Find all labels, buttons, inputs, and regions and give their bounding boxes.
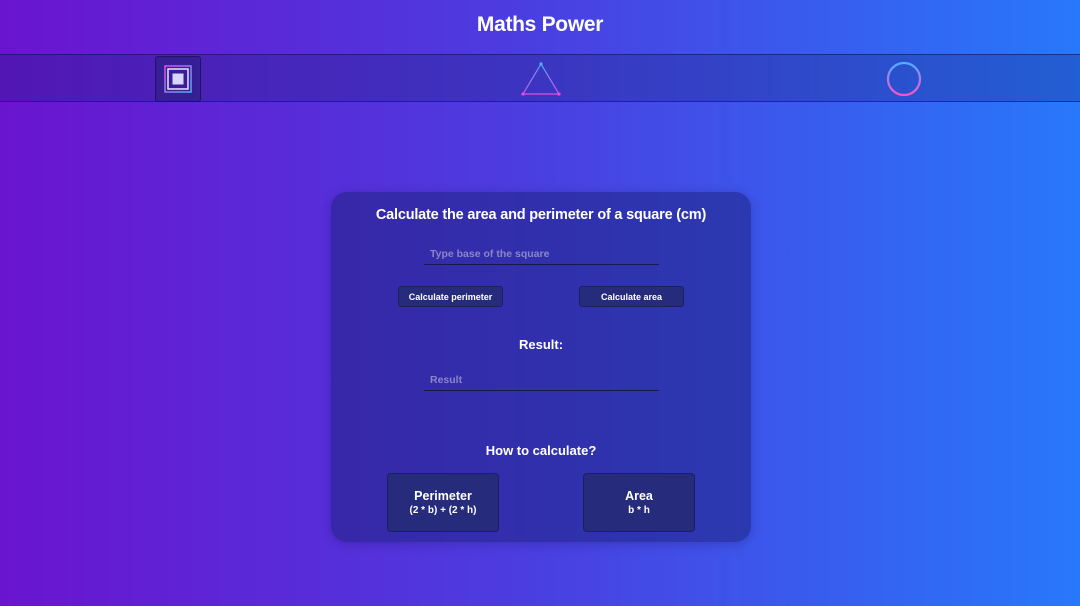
shape-navbar — [0, 54, 1080, 102]
calculator-title: Calculate the area and perimeter of a sq… — [375, 207, 707, 223]
area-formula-name: Area — [625, 489, 653, 503]
circle-icon — [886, 61, 922, 97]
nav-square-button[interactable] — [155, 56, 201, 102]
square-icon — [164, 65, 192, 93]
triangle-icon — [521, 62, 561, 96]
perimeter-formula-card: Perimeter (2 * b) + (2 * h) — [387, 473, 499, 532]
calculate-area-button[interactable]: Calculate area — [579, 286, 684, 307]
nav-triangle-button[interactable] — [518, 56, 564, 102]
nav-circle-button[interactable] — [881, 56, 927, 102]
calculate-perimeter-button[interactable]: Calculate perimeter — [398, 286, 503, 307]
how-to-calculate-title: How to calculate? — [485, 443, 597, 458]
area-formula-card: Area b * h — [583, 473, 695, 532]
area-formula: b * h — [628, 505, 650, 516]
square-calculator-card: Calculate the area and perimeter of a sq… — [331, 192, 751, 542]
square-base-input[interactable] — [424, 243, 659, 265]
perimeter-formula-name: Perimeter — [414, 489, 472, 503]
perimeter-formula: (2 * b) + (2 * h) — [409, 505, 477, 516]
app-title: Maths Power — [476, 13, 604, 36]
result-label: Result: — [518, 337, 564, 352]
result-field[interactable] — [424, 369, 659, 391]
